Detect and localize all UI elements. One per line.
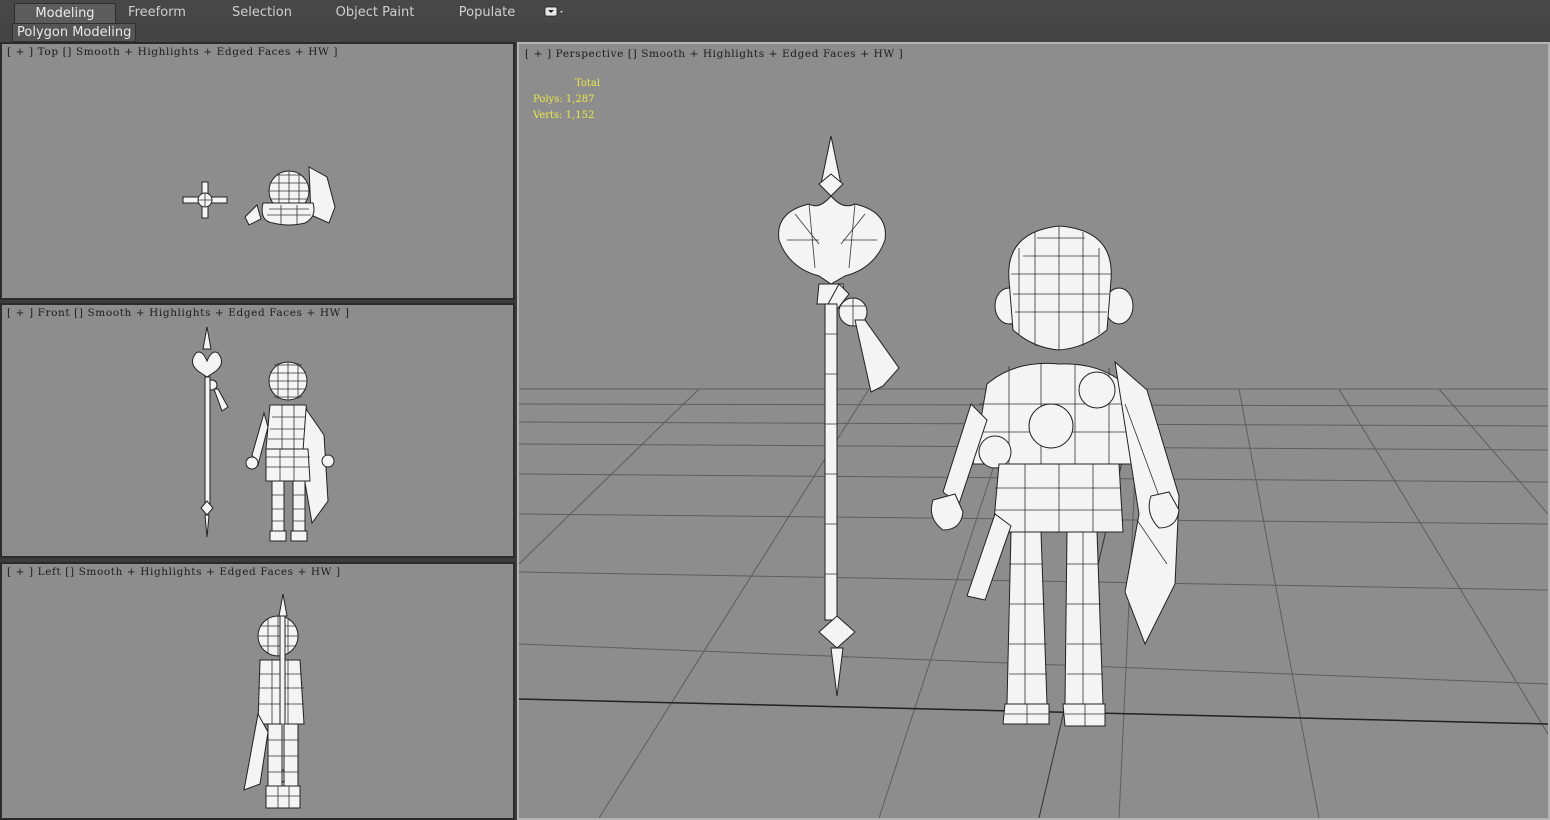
character-model xyxy=(930,225,1180,727)
viewport-perspective[interactable]: [ + ] Perspective [] Smooth + Highlights… xyxy=(517,42,1550,820)
tab-populate[interactable]: Populate xyxy=(450,3,524,22)
dropdown-caret-icon[interactable] xyxy=(544,6,566,18)
tab-freeform[interactable]: Freeform xyxy=(120,3,194,22)
polygon-modeling-panel[interactable]: Polygon Modeling xyxy=(12,23,137,42)
tab-object-paint[interactable]: Object Paint xyxy=(330,3,420,22)
staff-model xyxy=(778,135,900,697)
front-view-models xyxy=(192,326,335,542)
ribbon-bar: Modeling Freeform Selection Object Paint… xyxy=(0,0,1550,24)
top-view-models xyxy=(182,166,336,226)
viewport-left[interactable]: [ + ] Left [] Smooth + Highlights + Edge… xyxy=(0,562,515,820)
ribbon-sub-bar: Polygon Modeling xyxy=(0,23,1550,42)
perspective-scene xyxy=(519,135,1548,818)
viewport-front[interactable]: [ + ] Front [] Smooth + Highlights + Edg… xyxy=(0,303,515,558)
tab-modeling[interactable]: Modeling xyxy=(14,3,116,23)
left-view-models xyxy=(243,593,305,809)
viewport-top[interactable]: [ + ] Top [] Smooth + Highlights + Edged… xyxy=(0,42,515,300)
tab-selection[interactable]: Selection xyxy=(222,3,302,22)
